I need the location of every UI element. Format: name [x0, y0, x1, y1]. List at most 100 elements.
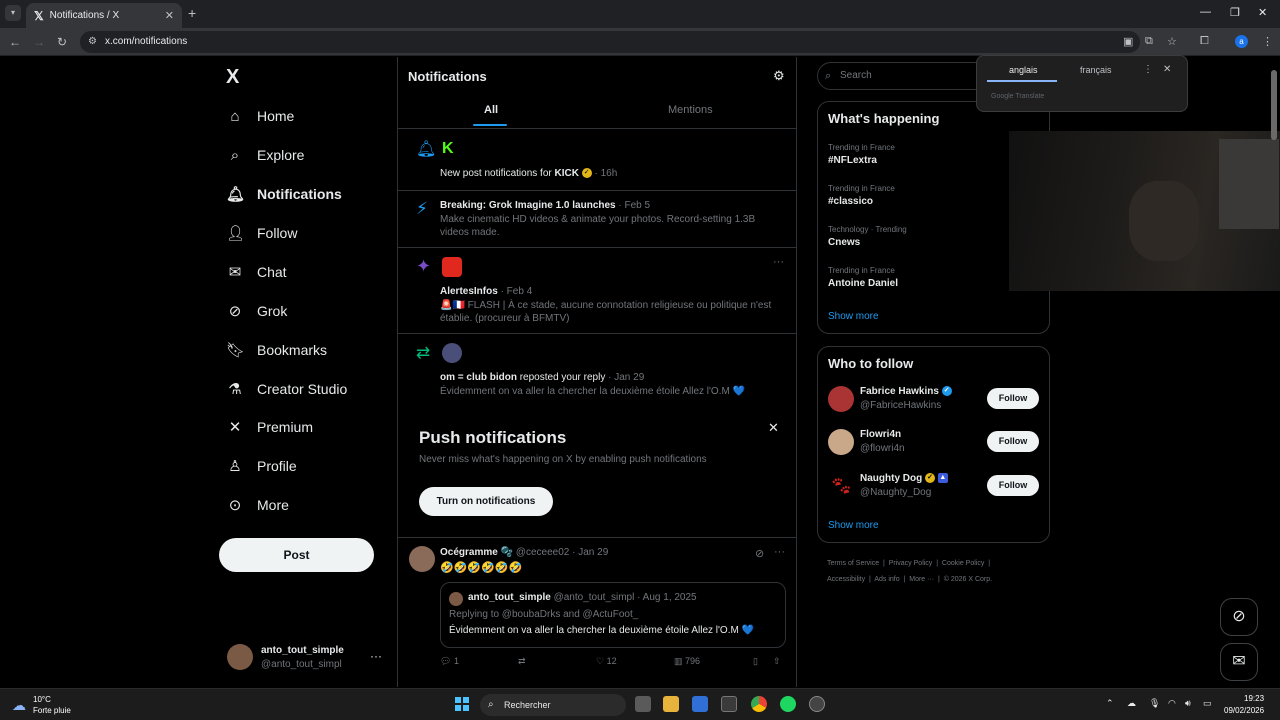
nav-follow[interactable]: 👤︎ Follow — [226, 218, 297, 248]
spotify-icon[interactable] — [780, 696, 796, 712]
share-button[interactable]: ⇧ — [773, 656, 781, 667]
alertesinfos-avatar[interactable] — [442, 257, 462, 277]
site-info-icon[interactable]: ⚙ — [88, 31, 97, 53]
bookmark-button[interactable]: ▯ — [753, 656, 758, 667]
tab-mentions[interactable]: Mentions — [668, 104, 713, 116]
notif-name[interactable]: KICK — [555, 168, 579, 179]
accessibility-link[interactable]: Accessibility — [827, 576, 865, 583]
trend-item[interactable]: Trending in France Antoine Daniel — [828, 266, 898, 289]
outlook-icon[interactable] — [692, 696, 708, 712]
repost-button[interactable]: ⇄ — [518, 656, 526, 667]
windows-start-icon[interactable] — [455, 697, 469, 711]
wifi-icon[interactable]: ◠ — [1168, 698, 1176, 709]
avatar[interactable] — [442, 343, 462, 363]
onedrive-icon[interactable]: ☁ — [1127, 698, 1136, 709]
notif-name[interactable]: om = club bidon — [440, 372, 517, 383]
more-dots-icon[interactable]: ··· — [370, 649, 382, 663]
tab-close-icon[interactable]: ✕ — [165, 9, 174, 22]
trend-item[interactable]: Technology · Trending Cnews — [828, 225, 907, 248]
more-link[interactable]: More ··· — [909, 576, 934, 583]
new-tab-icon[interactable]: + — [188, 5, 196, 21]
nav-explore[interactable]: ⌕ Explore — [226, 140, 305, 170]
taskbar-search[interactable]: ⌕ Rechercher — [480, 694, 626, 716]
tray-chevron-icon[interactable]: ⌃ — [1106, 698, 1114, 709]
extensions-icon[interactable]: ⧠ — [1200, 35, 1209, 48]
follow-button[interactable]: Follow — [987, 388, 1039, 409]
nav-profile[interactable]: ♙ Profile — [226, 451, 296, 481]
notification-item[interactable]: 🔔︎ K New post notifications for KICK ✓ ·… — [398, 129, 796, 191]
install-app-icon[interactable]: ⧉ — [1145, 35, 1153, 48]
trend-item[interactable]: Trending in France #NFLextra — [828, 143, 895, 166]
show-more-link[interactable]: Show more — [828, 311, 879, 322]
show-more-link[interactable]: Show more — [828, 520, 879, 531]
notification-item[interactable]: ⇄ om = club bidon reposted your reply · … — [398, 334, 796, 407]
quoted-tweet[interactable]: anto_tout_simple @anto_tout_simpl · Aug … — [440, 582, 786, 648]
close-icon[interactable]: ✕ — [1163, 64, 1171, 75]
nav-home[interactable]: ⌂ Home — [226, 101, 294, 131]
tab-all[interactable]: All — [472, 104, 508, 126]
nav-creator-studio[interactable]: ⚗ Creator Studio — [226, 374, 347, 404]
chrome-icon[interactable] — [751, 696, 767, 712]
window-close-icon[interactable]: ✕ — [1258, 6, 1267, 19]
follow-suggestion[interactable]: 🐾︎ Naughty Dog ✓ ▲ @Naughty_Dog Follow — [828, 471, 1042, 503]
reload-icon[interactable]: ↻ — [57, 35, 67, 49]
volume-icon[interactable]: 🔊︎ — [1185, 698, 1191, 709]
nav-premium[interactable]: ✕ Premium — [226, 412, 313, 442]
page-scrollbar[interactable] — [1271, 60, 1277, 685]
bookmark-star-icon[interactable]: ☆ — [1167, 35, 1177, 48]
turn-on-notifications-button[interactable]: Turn on notifications — [419, 487, 553, 516]
account-switcher[interactable]: anto_tout_simple @anto_tout_simpl ··· — [227, 643, 387, 673]
nav-chat[interactable]: ✉ Chat — [226, 257, 287, 287]
tweet-author[interactable]: Océgramme 🫧 — [440, 547, 513, 558]
browser-profile-avatar[interactable]: a — [1235, 35, 1248, 48]
more-dots-icon[interactable]: ··· — [773, 256, 784, 268]
terms-link[interactable]: Terms of Service — [827, 560, 879, 567]
lang-target-tab[interactable]: français — [1080, 65, 1112, 75]
ads-info-link[interactable]: Ads info — [874, 576, 899, 583]
browser-menu-icon[interactable]: ⋮ — [1262, 35, 1273, 48]
translate-menu-icon[interactable]: ⋮ — [1143, 64, 1153, 75]
app-icon[interactable] — [809, 696, 825, 712]
messages-float-button[interactable]: ✉ — [1220, 643, 1258, 681]
grok-float-button[interactable]: ⊘ — [1220, 598, 1258, 636]
notif-name[interactable]: AlertesInfos — [440, 286, 498, 297]
battery-icon[interactable]: ▭ — [1203, 698, 1212, 709]
restore-icon[interactable]: ❐ — [1230, 6, 1240, 19]
views-button[interactable]: ▥ 796 — [674, 656, 700, 667]
follow-button[interactable]: Follow — [987, 475, 1039, 496]
app-icon[interactable] — [721, 696, 737, 712]
forward-icon[interactable]: → — [33, 35, 45, 49]
tab-search-icon[interactable]: ▾ — [5, 5, 21, 21]
lang-source-tab[interactable]: anglais — [987, 65, 1057, 82]
paw-icon[interactable]: 🐾︎ — [828, 473, 854, 499]
follow-suggestion[interactable]: Fabrice Hawkins ✓ @FabriceHawkins Follow — [828, 384, 1042, 416]
microphone-icon[interactable]: 🎙︎ — [1149, 698, 1160, 709]
close-icon[interactable]: ✕ — [768, 420, 779, 436]
like-button[interactable]: ♡ 12 — [596, 656, 617, 667]
nav-more[interactable]: ⊙ More — [226, 490, 289, 520]
x-logo[interactable]: X — [226, 66, 239, 89]
privacy-link[interactable]: Privacy Policy — [889, 560, 933, 567]
follow-suggestion[interactable]: Flowri4n @flowri4n Follow — [828, 427, 1042, 459]
gear-icon[interactable]: ⚙ — [773, 68, 785, 84]
notification-item[interactable]: ✦ ··· AlertesInfos · Feb 4 🚨🇫🇷 FLASH | À… — [398, 248, 796, 334]
minimize-icon[interactable]: — — [1200, 6, 1211, 18]
cookie-link[interactable]: Cookie Policy — [942, 560, 984, 567]
nav-bookmarks[interactable]: 🔖︎ Bookmarks — [226, 335, 327, 365]
back-icon[interactable]: ← — [9, 35, 21, 49]
translate-icon[interactable]: ▣ — [1123, 35, 1133, 48]
address-bar[interactable]: ⚙ x.com/notifications — [80, 31, 1140, 53]
notification-item[interactable]: ⚡︎ Breaking: Grok Imagine 1.0 launches ·… — [398, 191, 796, 248]
avatar[interactable] — [828, 386, 854, 412]
task-view-icon[interactable] — [635, 696, 651, 712]
tweet[interactable]: Océgramme 🫧 @ceceee02 · Jan 29 ⊘ ··· 🤣🤣🤣… — [398, 538, 796, 687]
post-button[interactable]: Post — [219, 538, 374, 572]
trend-item[interactable]: Trending in France #classico — [828, 184, 895, 207]
nav-notifications[interactable]: 🔔︎ Notifications — [226, 179, 342, 209]
avatar[interactable] — [828, 429, 854, 455]
avatar[interactable] — [409, 546, 435, 572]
more-dots-icon[interactable]: ··· — [774, 546, 785, 558]
grok-icon[interactable]: ⊘ — [755, 547, 764, 560]
clock[interactable]: 19:23 09/02/2026 — [1224, 693, 1264, 717]
follow-button[interactable]: Follow — [987, 431, 1039, 452]
